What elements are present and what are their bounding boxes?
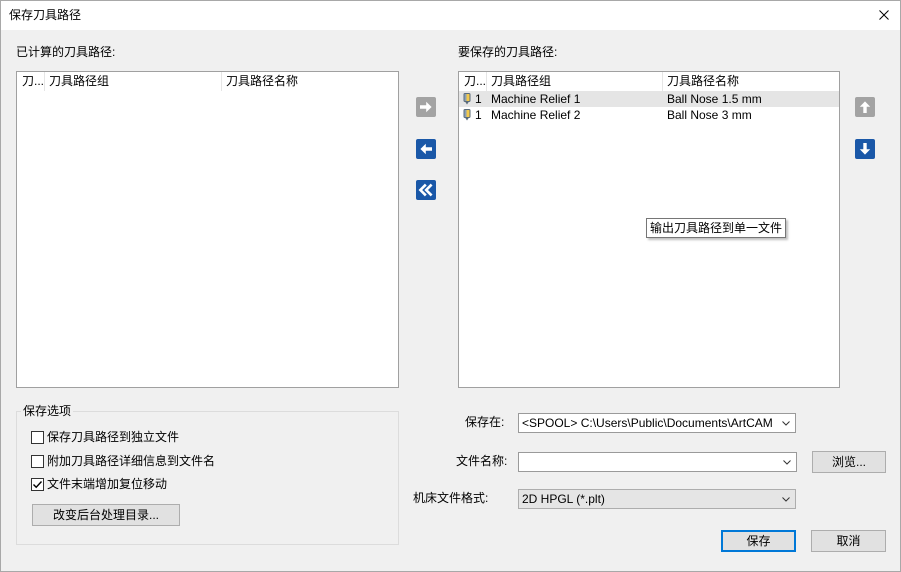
save-in-label: 保存在: <box>465 415 505 429</box>
remove-all-toolpaths-button[interactable] <box>416 180 436 200</box>
row-toolpath-name: Ball Nose 1.5 mm <box>667 92 762 106</box>
file-name-label: 文件名称: <box>456 454 508 468</box>
calculated-toolpaths-list[interactable]: 刀... 刀具路径组 刀具路径名称 <box>16 71 399 388</box>
chevron-down-icon[interactable] <box>777 490 795 508</box>
checkbox-save-separate-files[interactable]: 保存刀具路径到独立文件 <box>31 430 331 445</box>
arrow-left-icon <box>416 139 436 159</box>
column-header-toolpath-group[interactable]: 刀具路径组 <box>487 72 663 91</box>
column-header-toolpath-name[interactable]: 刀具路径名称 <box>222 72 398 91</box>
save-in-value: <SPOOL> C:\Users\Public\Documents\ArtCAM… <box>522 416 776 430</box>
calculated-toolpaths-label: 已计算的刀具路径: <box>16 45 116 59</box>
add-toolpath-button[interactable] <box>416 97 436 117</box>
checkmark-icon <box>33 481 43 489</box>
arrow-right-icon <box>416 97 436 117</box>
column-header-toolpath-name[interactable]: 刀具路径名称 <box>663 72 839 91</box>
checkbox-append-details-to-filename[interactable]: 附加刀具路径详细信息到文件名 <box>31 454 331 469</box>
tooltip: 输出刀具路径到单一文件 <box>646 218 787 238</box>
close-icon <box>879 10 889 20</box>
row-toolpath-name: Ball Nose 3 mm <box>667 108 752 122</box>
machine-format-dropdown[interactable]: 2D HPGL (*.plt) <box>518 489 796 509</box>
table-row[interactable]: 1 Machine Relief 1 Ball Nose 1.5 mm <box>459 91 839 107</box>
machine-format-value: 2D HPGL (*.plt) <box>522 492 605 506</box>
browse-button[interactable]: 浏览... <box>812 451 886 473</box>
checkbox-add-home-move[interactable]: 文件末端增加复位移动 <box>31 477 331 492</box>
row-tool-number: 1 <box>475 92 482 106</box>
checkbox-label: 附加刀具路径详细信息到文件名 <box>47 454 216 468</box>
toolpath-icon <box>463 93 471 105</box>
column-header-tool[interactable]: 刀... <box>17 72 45 91</box>
save-options-legend: 保存选项 <box>21 403 74 419</box>
change-directory-button[interactable]: 改变后台处理目录... <box>32 504 180 526</box>
cancel-button[interactable]: 取消 <box>811 530 886 552</box>
toolpath-icon <box>463 109 471 121</box>
checkbox-label: 文件末端增加复位移动 <box>47 477 168 491</box>
window-title: 保存刀具路径 <box>9 8 82 22</box>
checkbox-box[interactable] <box>31 431 44 444</box>
title-bar[interactable]: 保存刀具路径 <box>0 0 901 30</box>
file-name-combobox[interactable] <box>518 452 797 472</box>
file-name-input[interactable] <box>521 454 777 470</box>
checkbox-box[interactable] <box>31 455 44 468</box>
save-in-dropdown[interactable]: <SPOOL> C:\Users\Public\Documents\ArtCAM… <box>518 413 796 433</box>
save-list-header: 刀... 刀具路径组 刀具路径名称 <box>459 72 839 91</box>
checkbox-label: 保存刀具路径到独立文件 <box>47 430 180 444</box>
move-up-button[interactable] <box>855 97 875 117</box>
remove-toolpath-button[interactable] <box>416 139 436 159</box>
close-button[interactable] <box>862 0 901 30</box>
row-toolpath-group: Machine Relief 2 <box>491 108 581 122</box>
column-header-toolpath-group[interactable]: 刀具路径组 <box>45 72 222 91</box>
chevron-down-icon[interactable] <box>777 414 795 432</box>
arrow-up-icon <box>855 97 875 117</box>
save-toolpaths-dialog: 保存刀具路径 已计算的刀具路径: 刀... 刀具路径组 刀具路径名称 要保存的刀… <box>0 0 901 572</box>
double-arrow-left-icon <box>416 180 436 200</box>
save-button[interactable]: 保存 <box>721 530 796 552</box>
calculated-list-header: 刀... 刀具路径组 刀具路径名称 <box>17 72 398 91</box>
toolpaths-to-save-label: 要保存的刀具路径: <box>458 45 558 59</box>
arrow-down-icon <box>855 139 875 159</box>
move-down-button[interactable] <box>855 139 875 159</box>
table-row[interactable]: 1 Machine Relief 2 Ball Nose 3 mm <box>459 107 839 123</box>
column-header-tool[interactable]: 刀... <box>459 72 487 91</box>
machine-format-label: 机床文件格式: <box>413 491 489 505</box>
row-toolpath-group: Machine Relief 1 <box>491 92 581 106</box>
checkbox-box[interactable] <box>31 478 44 491</box>
chevron-down-icon[interactable] <box>778 453 796 471</box>
row-tool-number: 1 <box>475 108 482 122</box>
